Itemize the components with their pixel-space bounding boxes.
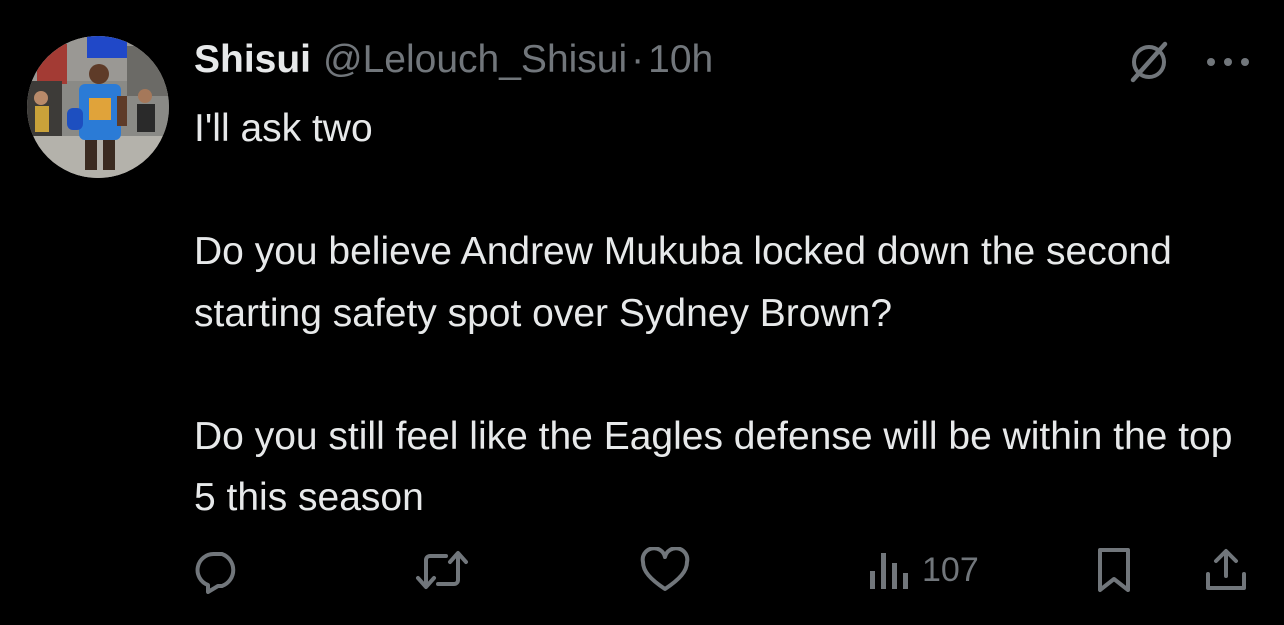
separator-dot: · (631, 38, 645, 81)
like-icon (640, 547, 690, 591)
user-handle[interactable]: @Lelouch_Shisui (323, 36, 627, 84)
reply-icon (195, 551, 236, 594)
tweet-paragraph: Do you believe Andrew Mukuba locked down… (194, 230, 1172, 335)
tweet-text: I'll ask two Do you believe Andrew Mukub… (194, 98, 1254, 529)
tweet-paragraph: Do you still feel like the Eagles defens… (194, 414, 1233, 520)
like-button[interactable] (640, 540, 690, 600)
share-button[interactable] (1204, 540, 1248, 600)
timestamp[interactable]: 10h (648, 36, 713, 84)
grok-icon[interactable] (1124, 40, 1174, 84)
avatar[interactable] (27, 36, 169, 178)
retweet-icon (416, 551, 468, 589)
more-icon[interactable] (1204, 52, 1252, 72)
action-bar: 107 (0, 540, 1284, 600)
retweet-button[interactable] (414, 540, 470, 600)
top-actions (1124, 40, 1252, 84)
bookmark-button[interactable] (1094, 540, 1134, 600)
tweet-paragraph: I'll ask two (194, 107, 373, 150)
tweet-header: Shisui @Lelouch_Shisui · 10h (194, 36, 713, 84)
views-icon (870, 553, 908, 589)
reply-button[interactable] (194, 540, 242, 600)
bookmark-icon (1098, 548, 1130, 592)
views-count: 107 (922, 550, 979, 589)
tweet[interactable]: Shisui @Lelouch_Shisui · 10h I'll ask tw… (0, 0, 1284, 625)
share-icon (1206, 549, 1246, 590)
display-name[interactable]: Shisui (194, 36, 311, 84)
views-button[interactable]: 107 (868, 540, 979, 600)
